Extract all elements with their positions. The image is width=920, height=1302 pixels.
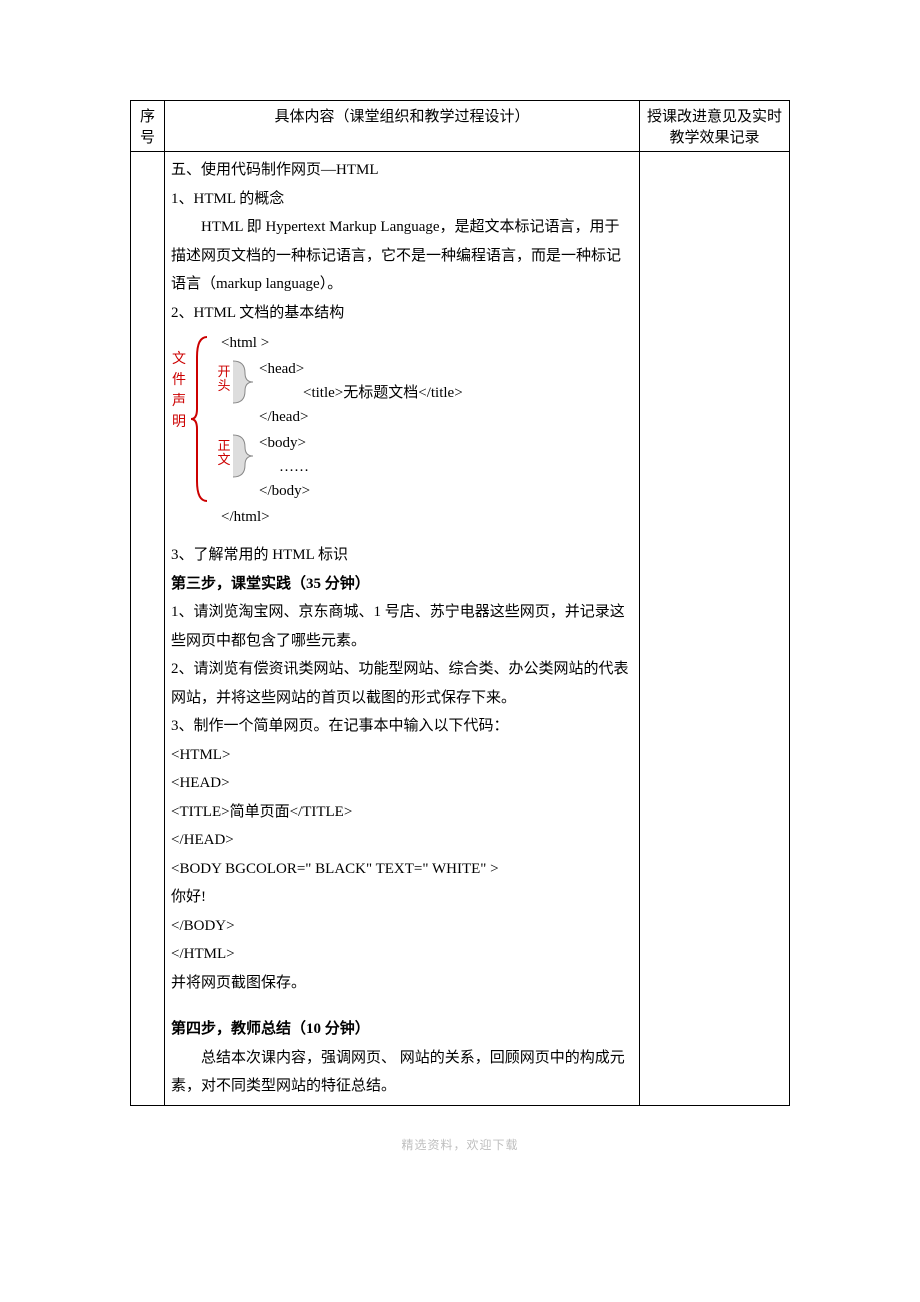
- head-label: 开头: [217, 365, 231, 394]
- head-block: 开头 <head> <title>无标题文档</title> </head>: [217, 357, 633, 429]
- tag-html-open: <html >: [217, 331, 633, 355]
- step3-title: 第三步，课堂实践（35 分钟）: [171, 570, 633, 599]
- body-block: 正文 <body> …… </body>: [217, 431, 633, 503]
- cell-notes: [640, 152, 790, 1106]
- step4-body: 总结本次课内容，强调网页、 网站的关系，回顾网页中的构成元素，对不同类型网站的特…: [171, 1044, 633, 1101]
- cell-content: 五、使用代码制作网页—HTML 1、HTML 的概念 HTML 即 Hypert…: [165, 152, 640, 1106]
- step3-2: 2、请浏览有偿资讯类网站、功能型网站、综合类、办公类网站的代表网站，并将这些网站…: [171, 655, 633, 712]
- html-structure-diagram: 文件声明 <html > 开头 <: [171, 331, 633, 529]
- step3-1: 1、请浏览淘宝网、京东商城、1 号店、苏宁电器这些网页，并记录这些网页中都包含了…: [171, 598, 633, 655]
- item1-title: 1、HTML 的概念: [171, 185, 633, 214]
- col-header-notes: 授课改进意见及实时教学效果记录: [640, 101, 790, 152]
- tag-head-close: </head>: [259, 405, 633, 429]
- code-l8: </HTML>: [171, 940, 633, 969]
- brace-head-icon: [231, 359, 255, 405]
- col-header-seq: 序号: [131, 101, 165, 152]
- cell-seq: [131, 152, 165, 1106]
- code-l6: 你好!: [171, 883, 633, 912]
- tag-body-close: </body>: [259, 479, 633, 503]
- section5-title: 五、使用代码制作网页—HTML: [171, 156, 633, 185]
- table-header-row: 序号 具体内容（课堂组织和教学过程设计） 授课改进意见及实时教学效果记录: [131, 101, 790, 152]
- page: 序号 具体内容（课堂组织和教学过程设计） 授课改进意见及实时教学效果记录 五、使…: [0, 0, 920, 1193]
- step4-title: 第四步，教师总结（10 分钟）: [171, 1015, 633, 1044]
- file-decl-label: 文件声明: [171, 349, 187, 433]
- col-header-content: 具体内容（课堂组织和教学过程设计）: [165, 101, 640, 152]
- code-l5: <BODY BGCOLOR=" BLACK" TEXT=" WHITE" >: [171, 855, 633, 884]
- tag-title: <title>无标题文档</title>: [259, 381, 633, 405]
- code-l7: </BODY>: [171, 912, 633, 941]
- code-l1: <HTML>: [171, 741, 633, 770]
- tag-body-dots: ……: [259, 455, 633, 479]
- step3-end: 并将网页截图保存。: [171, 969, 633, 998]
- code-l3: <TITLE>简单页面</TITLE>: [171, 798, 633, 827]
- code-l2: <HEAD>: [171, 769, 633, 798]
- spacer: [171, 997, 633, 1015]
- item1-body: HTML 即 Hypertext Markup Language，是超文本标记语…: [171, 213, 633, 299]
- tag-body-open: <body>: [259, 431, 633, 455]
- body-label: 正文: [217, 439, 231, 468]
- lesson-table: 序号 具体内容（课堂组织和教学过程设计） 授课改进意见及实时教学效果记录 五、使…: [130, 100, 790, 1106]
- brace-main-icon: [189, 335, 209, 503]
- table-body-row: 五、使用代码制作网页—HTML 1、HTML 的概念 HTML 即 Hypert…: [131, 152, 790, 1106]
- item3-title: 3、了解常用的 HTML 标识: [171, 541, 633, 570]
- tag-html-close: </html>: [217, 505, 633, 529]
- step3-3: 3、制作一个简单网页。在记事本中输入以下代码：: [171, 712, 633, 741]
- brace-body-icon: [231, 433, 255, 479]
- tag-head-open: <head>: [259, 357, 633, 381]
- item2-title: 2、HTML 文档的基本结构: [171, 299, 633, 328]
- code-l4: </HEAD>: [171, 826, 633, 855]
- page-footer: 精选资料，欢迎下载: [130, 1136, 790, 1153]
